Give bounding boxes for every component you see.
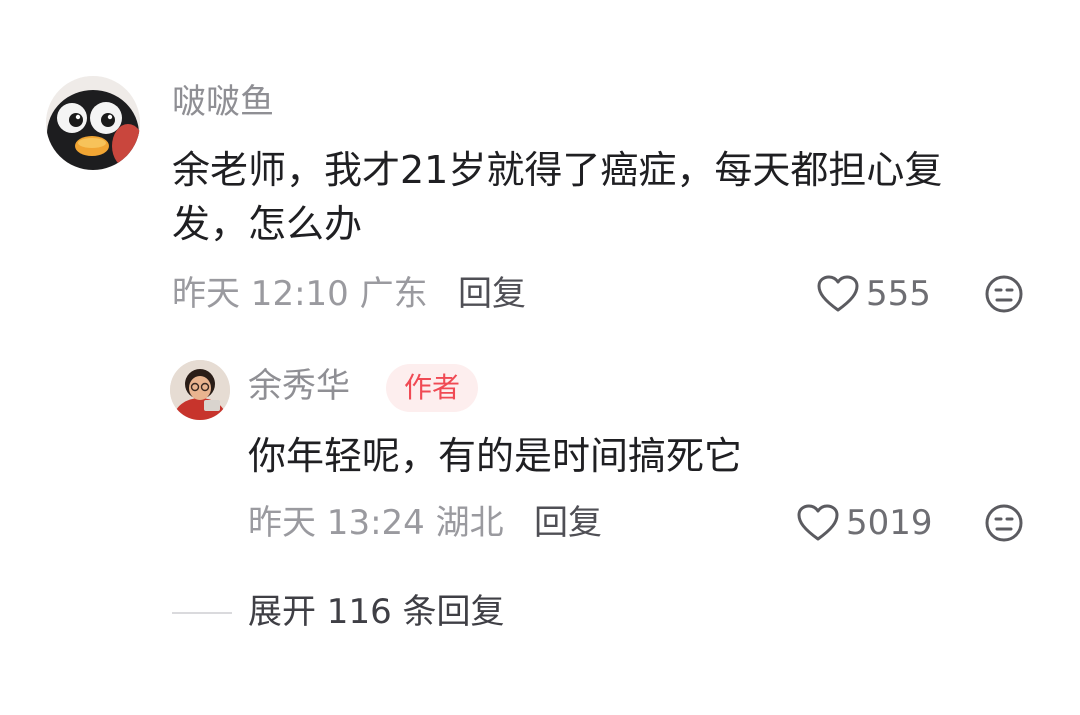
reply-username[interactable]: 余秀华 (248, 366, 350, 406)
avatar[interactable] (46, 76, 140, 170)
author-badge: 作者 (386, 364, 479, 412)
comment-like-button[interactable]: 555 (816, 274, 931, 314)
heart-outline-icon (797, 504, 839, 541)
comment-username[interactable]: 啵啵鱼 (172, 82, 274, 122)
comment-reply-button[interactable]: 回复 (458, 274, 526, 314)
reply-reply-button[interactable]: 回复 (534, 503, 602, 543)
reply-like-button[interactable]: 5019 (796, 503, 933, 543)
heart-outline-icon (817, 275, 859, 312)
expand-replies-button[interactable]: 展开 116 条回复 (248, 592, 505, 632)
reply-avatar[interactable] (170, 360, 230, 420)
comment-like-count: 555 (866, 274, 931, 314)
penguin-avatar-icon (46, 76, 140, 170)
neutral-face-icon (985, 504, 1023, 542)
expand-divider (172, 612, 232, 614)
comment-text-line1: 余老师，我才21岁就得了癌症，每天都担心复 (172, 148, 943, 192)
comment-time-location: 昨天 12:10 广东 (172, 274, 428, 314)
comment-dislike-button[interactable] (984, 274, 1024, 314)
reply-text: 你年轻呢，有的是时间搞死它 (248, 434, 743, 478)
neutral-face-icon (985, 275, 1023, 313)
comment-section: 啵啵鱼 余老师，我才21岁就得了癌症，每天都担心复 发，怎么办 昨天 12:10… (0, 0, 1080, 715)
reply-like-count: 5019 (846, 503, 933, 543)
reply-dislike-button[interactable] (984, 503, 1024, 543)
comment-text-line2: 发，怎么办 (172, 202, 363, 246)
reply-time-location: 昨天 13:24 湖北 (248, 503, 504, 543)
person-avatar-icon (170, 360, 230, 420)
